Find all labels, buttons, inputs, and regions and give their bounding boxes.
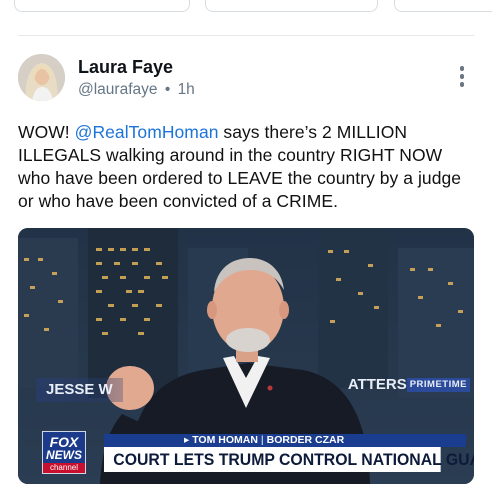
chyron-divider: | <box>260 434 264 446</box>
post-timestamp[interactable]: 1h <box>178 81 195 98</box>
vertical-ellipsis-icon <box>459 66 465 71</box>
show-title-left: JESSE W <box>36 378 123 402</box>
chyron-name: ▸ TOM HOMAN <box>184 434 258 446</box>
top-chip-row <box>0 0 492 14</box>
logo-line-2: NEWS <box>46 448 82 462</box>
avatar[interactable] <box>18 54 65 101</box>
chyron-name-bar: ▸ TOM HOMAN | BORDER CZAR <box>104 434 466 447</box>
author-meta: @laurafaye • 1h <box>78 81 195 99</box>
more-options-button[interactable] <box>456 66 468 90</box>
feed-divider <box>18 35 474 36</box>
primetime-badge: PRIMETIME <box>406 378 470 393</box>
chip-1[interactable] <box>14 0 190 12</box>
post-header: Laura Faye @laurafaye • 1h <box>18 54 474 102</box>
meta-separator: • <box>164 81 171 98</box>
chip-3[interactable] <box>394 0 492 12</box>
logo-line-3: channel <box>43 463 85 473</box>
author-name[interactable]: Laura Faye <box>78 57 173 78</box>
author-handle[interactable]: @laurafaye <box>78 81 158 98</box>
chyron-headline: COURT LETS TRUMP CONTROL NATIONAL GUARD <box>104 447 474 472</box>
vertical-ellipsis-icon-dot <box>459 82 465 87</box>
logo-line-1: FOX <box>49 434 79 450</box>
chip-2[interactable] <box>205 0 378 12</box>
fox-news-logo: FOX NEWS channel <box>42 431 86 474</box>
vertical-ellipsis-icon-dot <box>459 74 465 79</box>
mention-link[interactable]: @RealTomHoman <box>75 122 219 142</box>
post-video-thumbnail[interactable]: JESSE W ATTERS PRIMETIME ▸ TOM HOMAN | BORD… <box>18 228 474 484</box>
chyron-role: BORDER CZAR <box>266 434 345 446</box>
post-text-start: WOW! <box>18 122 75 142</box>
post-body: WOW! @RealTomHoman says there’s 2 MILLIO… <box>18 121 478 213</box>
show-title-right-text: ATTERS <box>347 376 407 393</box>
show-title-right: ATTERS PRIMETIME <box>348 374 470 396</box>
